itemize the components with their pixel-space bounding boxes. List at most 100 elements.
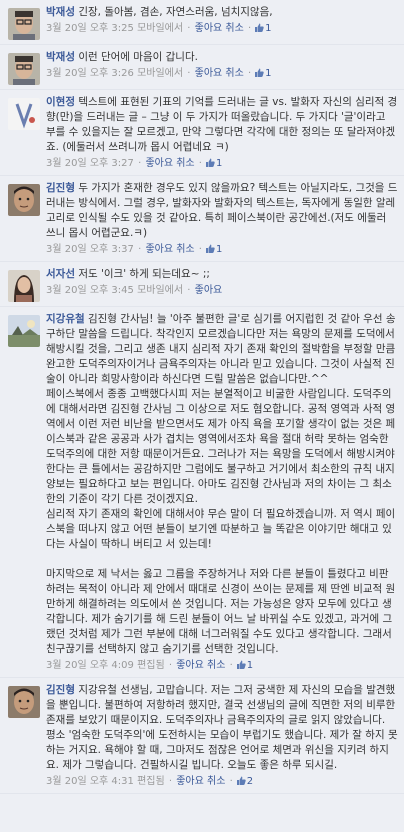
- like-button[interactable]: 좋아요: [195, 285, 223, 296]
- comment-item: 김진형 지강유철 선생님, 고맙습니다. 저는 그저 궁색한 제 자신의 모습을…: [0, 678, 404, 794]
- comment-meta: 3월 20일 오후 4:31 편집됨 · 좋아요 취소 · 2: [46, 774, 398, 789]
- comment-source: 편집됨: [137, 660, 165, 671]
- comment-author-link[interactable]: 김진형: [46, 182, 75, 194]
- comment-meta: 3월 20일 오후 3:27 · 좋아요 취소 · 1: [46, 156, 398, 171]
- comment-item: 박재성 이런 단어에 마음이 갑니다. 3월 20일 오후 3:26 모바일에서 …: [0, 45, 404, 90]
- separator: ·: [165, 776, 176, 787]
- comment-paragraph: 페이스북에서 종종 고백했다시피 저는 분열적이고 비굴한 사람입니다. 도덕주…: [46, 387, 398, 507]
- comment-author-link[interactable]: 서자선: [46, 268, 75, 280]
- like-count[interactable]: 1: [234, 660, 253, 671]
- separator: ·: [134, 158, 145, 169]
- comment-author-link[interactable]: 지강유철: [46, 313, 85, 325]
- comment-paragraph: 마지막으로 제 낙서는 옳고 그름을 주장하거나 저와 다른 분들이 틀렸다고 …: [46, 567, 398, 657]
- comment-body: 지강유철 김진형 간사님! 늘 '아주 불편한 글'로 심기를 어지럽힌 것 같…: [46, 312, 398, 673]
- like-count-number: 2: [246, 776, 254, 787]
- comment-meta: 3월 20일 오후 3:45 모바일에서 · 좋아요: [46, 283, 398, 298]
- thumbs-up-icon: [203, 244, 216, 255]
- thumbs-up-icon: [234, 660, 247, 671]
- like-count-number: 1: [215, 244, 223, 255]
- thumbs-up-icon: [234, 776, 247, 787]
- comment-paragraph: 이현정 텍스트에 표현된 기표의 기억를 드러내는 글 vs. 발화자 자신의 …: [46, 95, 398, 155]
- comment-paragraph: 지강유철 김진형 간사님! 늘 '아주 불편한 글'로 심기를 어지럽힌 것 같…: [46, 312, 398, 387]
- avatar[interactable]: [8, 53, 40, 85]
- separator: ·: [165, 660, 176, 671]
- like-count[interactable]: 1: [203, 244, 222, 255]
- comment-body: 김진형 지강유철 선생님, 고맙습니다. 저는 그저 궁색한 제 자신의 모습을…: [46, 683, 398, 789]
- like-count-number: 1: [265, 68, 272, 79]
- separator: ·: [195, 158, 202, 169]
- comment-timestamp[interactable]: 3월 20일 오후 3:26: [46, 68, 134, 79]
- like-count[interactable]: 1: [252, 23, 272, 34]
- unlike-button[interactable]: 좋아요 취소: [176, 776, 225, 787]
- comment-text: 심리적 자기 존재의 확인에 대해서야 무슨 말이 더 필요하겠습니까. 저 역…: [46, 508, 396, 550]
- thumbs-up-icon: [252, 23, 265, 34]
- comment-body: 서자선 저도 '이크' 하게 되는데요~ ;; 3월 20일 오후 3:45 모바…: [46, 267, 398, 298]
- comment-meta: 3월 20일 오후 3:26 모바일에서 · 좋아요 취소 · 1: [46, 66, 398, 81]
- unlike-button[interactable]: 좋아요 취소: [145, 244, 194, 255]
- separator: ·: [226, 776, 233, 787]
- avatar[interactable]: [8, 98, 40, 130]
- comment-meta: 3월 20일 오후 3:37 · 좋아요 취소 · 1: [46, 242, 398, 257]
- comment-text: 긴장, 돌아봄, 겸손, 자연스러움, 넘치지않음,: [78, 6, 273, 18]
- unlike-button[interactable]: 좋아요 취소: [195, 23, 244, 34]
- comment-timestamp[interactable]: 3월 20일 오후 3:25: [46, 23, 134, 34]
- like-count[interactable]: 1: [252, 68, 272, 79]
- like-count-number: 1: [215, 158, 223, 169]
- comment-item: 박재성 긴장, 돌아봄, 겸손, 자연스러움, 넘치지않음, 3월 20일 오후 …: [0, 0, 404, 45]
- separator: ·: [134, 244, 145, 255]
- comment-author-link[interactable]: 박재성: [46, 6, 75, 18]
- comment-paragraph: 박재성 긴장, 돌아봄, 겸손, 자연스러움, 넘치지않음,: [46, 5, 398, 20]
- comment-author-link[interactable]: 박재성: [46, 51, 75, 63]
- comment-meta: 3월 20일 오후 3:25 모바일에서 · 좋아요 취소 · 1: [46, 21, 398, 36]
- comment-source: 모바일에서: [137, 68, 184, 79]
- comment-source: 편집됨: [137, 776, 165, 787]
- avatar[interactable]: [8, 8, 40, 40]
- like-count[interactable]: 1: [203, 158, 222, 169]
- comment-timestamp[interactable]: 3월 20일 오후 4:31: [46, 776, 134, 787]
- thumbs-up-icon: [203, 158, 216, 169]
- comment-text: 텍스트에 표현된 기표의 기억를 드러내는 글 vs. 발화자 자신의 심리적 …: [46, 96, 398, 153]
- like-count[interactable]: 2: [234, 776, 253, 787]
- comment-text: 저도 '이크' 하게 되는데요~ ;;: [78, 268, 210, 280]
- comment-paragraph: 김진형 지강유철 선생님, 고맙습니다. 저는 그저 궁색한 제 자신의 모습을…: [46, 683, 398, 773]
- comment-item: 지강유철 김진형 간사님! 늘 '아주 불편한 글'로 심기를 어지럽힌 것 같…: [0, 307, 404, 678]
- comment-paragraph: 박재성 이런 단어에 마음이 갑니다.: [46, 50, 398, 65]
- comment-source: 모바일에서: [137, 285, 184, 296]
- comment-list: 박재성 긴장, 돌아봄, 겸손, 자연스러움, 넘치지않음, 3월 20일 오후 …: [0, 0, 404, 794]
- comment-timestamp[interactable]: 3월 20일 오후 3:45: [46, 285, 134, 296]
- comment-timestamp[interactable]: 3월 20일 오후 3:27: [46, 158, 134, 169]
- avatar[interactable]: [8, 184, 40, 216]
- separator: ·: [184, 285, 194, 296]
- comment-text: 김진형 간사님! 늘 '아주 불편한 글'로 심기를 어지럽힌 것 같아 우선 …: [46, 313, 396, 385]
- avatar[interactable]: [8, 270, 40, 302]
- unlike-button[interactable]: 좋아요 취소: [195, 68, 244, 79]
- comment-body: 이현정 텍스트에 표현된 기표의 기억를 드러내는 글 vs. 발화자 자신의 …: [46, 95, 398, 171]
- separator: ·: [195, 244, 202, 255]
- comment-paragraph: 서자선 저도 '이크' 하게 되는데요~ ;;: [46, 267, 398, 282]
- comment-text: 마지막으로 제 낙서는 옳고 그름을 주장하거나 저와 다른 분들이 틀렸다고 …: [46, 568, 396, 655]
- comment-body: 김진형 두 가지가 혼재한 경우도 있지 않을까요? 텍스트는 아닐지라도, 그…: [46, 181, 398, 257]
- comment-timestamp[interactable]: 3월 20일 오후 3:37: [46, 244, 134, 255]
- thumbs-up-icon: [252, 68, 265, 79]
- comment-source: 모바일에서: [137, 23, 184, 34]
- unlike-button[interactable]: 좋아요 취소: [145, 158, 194, 169]
- comment-text: 페이스북에서 종종 고백했다시피 저는 분열적이고 비굴한 사람입니다. 도덕주…: [46, 388, 396, 505]
- separator: ·: [184, 68, 194, 79]
- comment-author-link[interactable]: 김진형: [46, 684, 75, 696]
- comment-text: 이런 단어에 마음이 갑니다.: [78, 51, 198, 63]
- comment-paragraph: 심리적 자기 존재의 확인에 대해서야 무슨 말이 더 필요하겠습니까. 저 역…: [46, 507, 398, 552]
- comment-timestamp[interactable]: 3월 20일 오후 4:09: [46, 660, 134, 671]
- unlike-button[interactable]: 좋아요 취소: [176, 660, 225, 671]
- avatar[interactable]: [8, 315, 40, 347]
- avatar[interactable]: [8, 686, 40, 718]
- separator: ·: [244, 68, 252, 79]
- comment-author-link[interactable]: 이현정: [46, 96, 75, 108]
- separator: ·: [244, 23, 252, 34]
- comment-body: 박재성 긴장, 돌아봄, 겸손, 자연스러움, 넘치지않음, 3월 20일 오후 …: [46, 5, 398, 36]
- separator: ·: [226, 660, 233, 671]
- comment-paragraph: 김진형 두 가지가 혼재한 경우도 있지 않을까요? 텍스트는 아닐지라도, 그…: [46, 181, 398, 241]
- comment-item: 김진형 두 가지가 혼재한 경우도 있지 않을까요? 텍스트는 아닐지라도, 그…: [0, 176, 404, 262]
- like-count-number: 1: [246, 660, 254, 671]
- comment-item: 서자선 저도 '이크' 하게 되는데요~ ;; 3월 20일 오후 3:45 모바…: [0, 262, 404, 307]
